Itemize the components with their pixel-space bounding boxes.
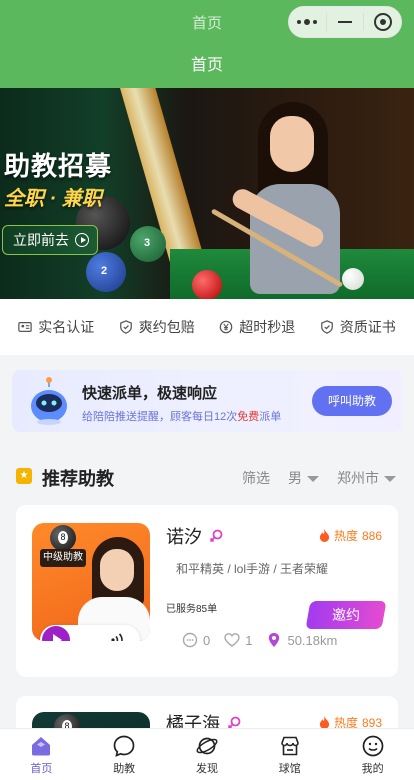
player-photo [228,98,378,299]
close-target-icon [373,13,392,31]
home-icon [32,737,51,756]
feature-label: 爽约包赔 [138,319,195,335]
served-count: 已服务85单 [166,604,218,615]
planet-icon [196,737,218,755]
chat-bubble-icon [113,735,135,757]
heat-label: 热度 [333,529,358,543]
invite-button[interactable]: 邀约 [305,601,387,629]
banner-subline: 全职 · 兼职 [4,188,102,210]
banner-headline: 助教招募 [4,151,113,181]
feature-label: 超时秒退 [239,319,296,335]
coach-name-row: 诺汐 [166,523,224,549]
tab-label: 发现 [195,763,218,775]
system-top-bar: 首页 [0,0,414,44]
tab-home[interactable]: 首页 [0,729,83,780]
likes-stat[interactable]: 1 [224,632,252,648]
mini-program-capsule [288,6,402,38]
shield-icon [320,320,333,334]
quick-dispatch-card: 快速派单，极速响应 给陪陪推送提醒，顾客每日12次免费派单 呼叫助教 [12,370,402,432]
tab-venue[interactable]: 球馆 [248,729,331,780]
tab-coach[interactable]: 助教 [83,729,166,780]
section-title: 推荐助教 [42,469,114,489]
coach-avatar[interactable]: 中级助教 [32,523,150,641]
comment-icon [182,632,198,648]
feature-compensation: 爽约包赔 [119,317,195,337]
tab-discover[interactable]: 发现 [166,729,249,780]
voice-intro-player[interactable] [40,625,140,641]
tab-label: 球馆 [278,763,301,775]
feature-real-name: 实名认证 [18,317,94,337]
tab-label: 首页 [30,763,53,775]
yen-coin-icon [219,320,233,334]
heat-value: 886 [361,528,382,543]
comments-stat[interactable]: 0 [182,632,210,648]
more-button[interactable] [289,7,326,37]
coach-games: 和平精英 / lol手游 / 王者荣耀 [176,562,329,576]
feature-label: 实名认证 [38,319,95,335]
tab-mine[interactable]: 我的 [331,729,414,780]
star-badge-icon [16,468,32,484]
heart-icon [224,633,240,647]
sound-wave-icon [111,633,123,641]
more-dots-icon [297,19,318,25]
eight-ball-icon [50,525,76,551]
close-program-button[interactable] [364,7,401,37]
feature-label: 资质证书 [339,319,396,335]
heat-indicator: 热度 886 [319,527,382,544]
store-icon [280,736,299,756]
banner-cta-label: 立即前去 [13,232,69,248]
red-ball-graphic [192,270,222,299]
guarantee-strip: 实名认证 爽约包赔 超时秒退 资质证书 [0,299,414,355]
feature-refund: 超时秒退 [219,317,295,337]
banner-cta-button[interactable]: 立即前去 [2,225,98,255]
female-icon [209,529,223,543]
minimize-icon [338,21,352,23]
filter-bar: 筛选 男 郑州市 [242,468,396,488]
smile-face-icon [362,735,383,757]
feature-certificate: 资质证书 [320,317,396,337]
coach-card[interactable]: 中级助教 诺汐 热度 886 和平精英 / lol手游 / 王者荣耀 已服务85… [16,505,398,677]
distance-value: 50.18km [287,632,338,648]
bottom-tab-bar: 首页 助教 发现 球馆 我的 [0,728,414,780]
call-coach-button[interactable]: 呼叫助教 [312,386,392,416]
minimize-button[interactable] [327,7,364,37]
robot-mascot-icon [31,377,67,425]
recommend-section-header: 推荐助教 筛选 男 郑州市 [0,456,414,496]
gender-dropdown[interactable]: 男 [288,468,319,488]
dispatch-title: 快速派单，极速响应 [82,385,218,402]
tab-label: 助教 [113,763,136,775]
free-highlight: 免费 [237,411,260,423]
location-pin-icon [269,633,280,647]
play-circle-icon [75,233,89,247]
id-card-icon [18,322,32,332]
comments-count: 0 [203,632,211,648]
recruit-banner[interactable]: 2 3 助教招募 全职 · 兼职 立即前去 [0,88,414,299]
coach-stats: 0 1 50.18km [182,632,337,648]
likes-count: 1 [245,632,253,648]
flame-icon [319,529,330,542]
shield-check-icon [119,320,132,334]
coach-level-badge: 中级助教 [40,549,86,567]
play-icon [42,626,70,641]
ball-2-label: 2 [101,265,108,277]
filter-button[interactable]: 筛选 [242,468,270,488]
coach-name: 诺汐 [166,527,202,547]
tab-label: 我的 [361,763,384,775]
ball-3-label: 3 [144,237,151,249]
distance-stat: 50.18km [266,632,337,648]
city-dropdown[interactable]: 郑州市 [337,468,396,488]
page-title: 首页 [0,44,414,88]
dispatch-desc: 给陪陪推送提醒，顾客每日12次免费派单 [82,411,282,423]
